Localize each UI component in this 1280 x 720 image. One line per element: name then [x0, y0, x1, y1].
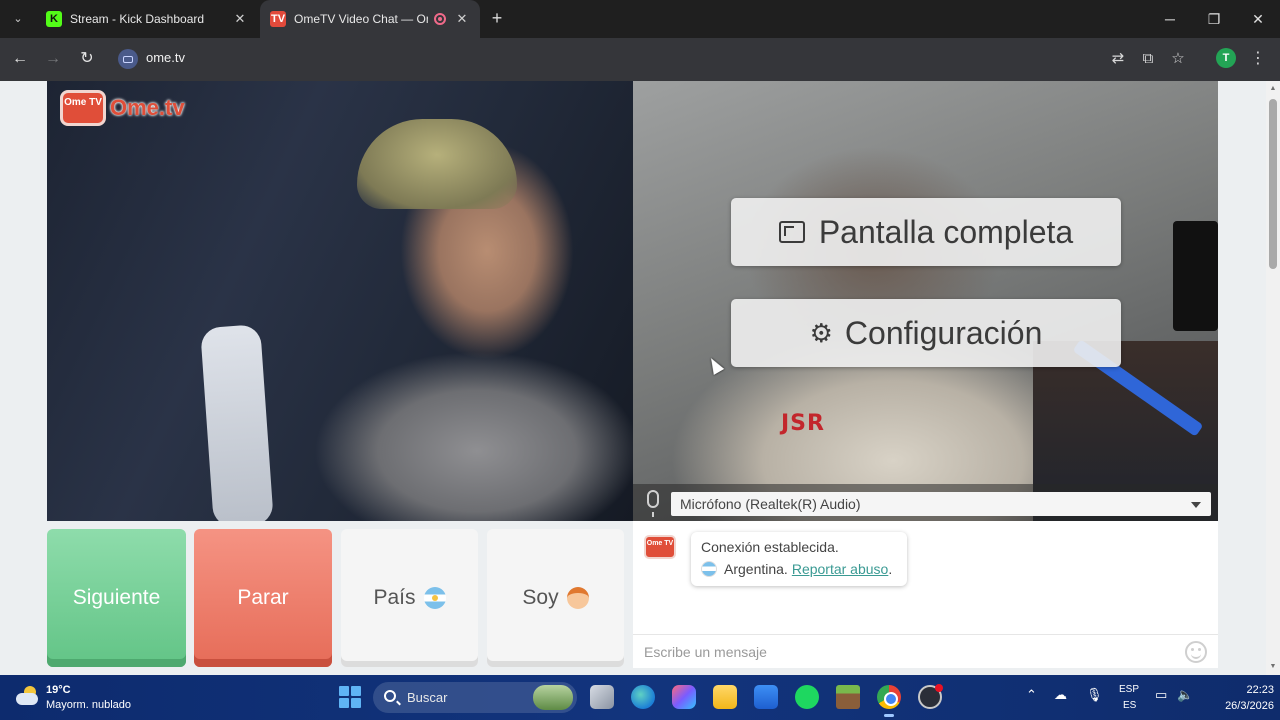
boy-icon	[566, 587, 589, 609]
microphone-icon	[647, 490, 659, 517]
reload-button[interactable]: ↻	[75, 47, 99, 71]
recording-icon	[434, 13, 446, 25]
microphone-bar: Micrófono (Realtek(R) Audio)	[633, 484, 1218, 521]
microphone-select[interactable]: Micrófono (Realtek(R) Audio)	[671, 492, 1211, 516]
fullscreen-button[interactable]: Pantalla completa	[731, 198, 1121, 266]
url-text: ome.tv	[146, 50, 186, 65]
scroll-up-icon[interactable]: ▲	[1269, 85, 1277, 93]
close-tab-icon[interactable]: ✕	[454, 11, 470, 27]
microphone-select-value: Micrófono (Realtek(R) Audio)	[680, 496, 861, 512]
ometv-avatar-icon: Ome TV	[644, 535, 676, 559]
gear-icon: ⚙	[809, 317, 833, 348]
tab-kick-dashboard[interactable]: K Stream - Kick Dashboard ✕	[36, 0, 258, 38]
report-abuse-link[interactable]: Reportar abuso	[792, 561, 889, 577]
close-tab-icon[interactable]: ✕	[232, 11, 248, 27]
clock-date[interactable]: 26/3/2026	[1206, 700, 1274, 712]
close-window-button[interactable]: ✕	[1236, 0, 1280, 38]
video-content	[1173, 221, 1218, 331]
back-button[interactable]: ←	[8, 47, 32, 71]
connection-status: Conexión establecida.	[701, 539, 839, 555]
volume-icon[interactable]: 🔈	[1177, 687, 1193, 703]
cloud-icon[interactable]: ☁	[1054, 687, 1067, 703]
fullscreen-label: Pantalla completa	[818, 213, 1074, 250]
profile-avatar[interactable]: T	[1216, 48, 1236, 68]
network-icon[interactable]: ▭	[1155, 687, 1167, 703]
file-explorer-icon[interactable]	[713, 685, 737, 709]
scrollbar-thumb[interactable]	[1269, 99, 1277, 269]
clock-time[interactable]: 22:23	[1226, 684, 1274, 696]
search-icon	[384, 690, 396, 702]
system-message: Conexión establecida. Argentina. Reporta…	[691, 532, 907, 586]
gender-label: Soy	[522, 586, 559, 609]
ometv-logo: Ome TV Ome.tv	[60, 90, 185, 126]
video-content	[200, 324, 274, 521]
taskbar-search[interactable]: Buscar	[373, 682, 577, 713]
next-label: Siguiente	[72, 586, 161, 609]
report-suffix: .	[888, 561, 893, 577]
taskbar: 19°C Mayorm. nublado Buscar ⌃ ☁ 🎙 ESP ES…	[0, 675, 1280, 720]
message-composer	[633, 634, 1218, 668]
site-info-icon[interactable]	[118, 49, 138, 69]
tab-search-button[interactable]: ⌄	[6, 7, 30, 31]
new-tab-button[interactable]: +	[486, 7, 508, 31]
chrome-icon[interactable]	[877, 685, 901, 717]
keyboard-layout[interactable]: ES	[1123, 700, 1136, 711]
edge-icon[interactable]	[631, 685, 655, 709]
country-button[interactable]: País	[341, 529, 478, 667]
message-input[interactable]	[633, 635, 1173, 668]
video-content	[357, 119, 517, 209]
tab-ometv[interactable]: TV OmeTV Video Chat — Ome ✕	[260, 0, 480, 38]
fullscreen-icon	[778, 221, 805, 243]
restore-button[interactable]: ❐	[1192, 0, 1236, 38]
emoji-icon[interactable]	[1185, 641, 1207, 663]
start-button[interactable]	[339, 686, 361, 708]
search-label: Buscar	[407, 690, 448, 705]
chevron-down-icon	[1191, 502, 1201, 508]
copilot-icon[interactable]	[672, 685, 696, 709]
minimize-button[interactable]: ─	[1148, 0, 1192, 38]
country-name: Argentina.	[724, 561, 788, 577]
search-highlight-image	[533, 685, 573, 710]
ometv-logo-icon: Ome TV	[60, 90, 106, 126]
shirt-logo: JSR	[781, 411, 825, 436]
country-label: País	[373, 586, 416, 609]
store-icon[interactable]	[754, 685, 778, 709]
weather-temperature[interactable]: 19°C	[46, 684, 71, 696]
ometv-logo-text: Ome.tv	[110, 95, 185, 120]
spotify-icon[interactable]	[795, 685, 819, 709]
microphone-tray-icon[interactable]: 🎙	[1086, 687, 1103, 703]
settings-button[interactable]: ⚙ Configuración	[731, 299, 1121, 367]
next-button[interactable]: Siguiente	[47, 529, 186, 667]
scroll-down-icon[interactable]: ▼	[1269, 663, 1277, 671]
translate-icon[interactable]: ⇄	[1107, 48, 1129, 70]
tab-title: OmeTV Video Chat — Ome	[294, 12, 428, 26]
forward-button[interactable]: →	[41, 47, 65, 71]
argentina-flag-icon	[423, 587, 446, 609]
tab-title: Stream - Kick Dashboard	[70, 12, 205, 26]
bookmark-star-icon[interactable]: ☆	[1167, 48, 1189, 70]
task-view-icon[interactable]	[590, 685, 614, 709]
minecraft-icon[interactable]	[836, 685, 860, 709]
ometv-icon: TV	[270, 11, 286, 27]
settings-label: Configuración	[844, 314, 1043, 351]
keyboard-language[interactable]: ESP	[1119, 684, 1139, 695]
weather-icon[interactable]	[16, 686, 40, 706]
obs-icon[interactable]	[918, 684, 943, 709]
page-scrollbar[interactable]: ▲ ▼	[1266, 81, 1280, 675]
stop-label: Parar	[237, 586, 289, 609]
kick-icon: K	[46, 11, 62, 27]
address-bar[interactable]: ome.tv	[110, 43, 1140, 75]
browser-tab-strip: ⌄ K Stream - Kick Dashboard ✕ TV OmeTV V…	[0, 0, 1280, 38]
chevron-up-icon[interactable]: ⌃	[1026, 687, 1037, 703]
gender-button[interactable]: Soy	[487, 529, 624, 667]
menu-icon[interactable]: ⋮	[1250, 48, 1266, 70]
argentina-flag-icon	[701, 561, 717, 577]
browser-toolbar: ← → ↻ ome.tv ⇄ ⧉ ☆ T ⋮	[0, 38, 1280, 81]
install-app-icon[interactable]: ⧉	[1137, 48, 1159, 70]
weather-description[interactable]: Mayorm. nublado	[46, 699, 131, 711]
stranger-video	[47, 81, 633, 521]
stop-button[interactable]: Parar	[194, 529, 332, 667]
